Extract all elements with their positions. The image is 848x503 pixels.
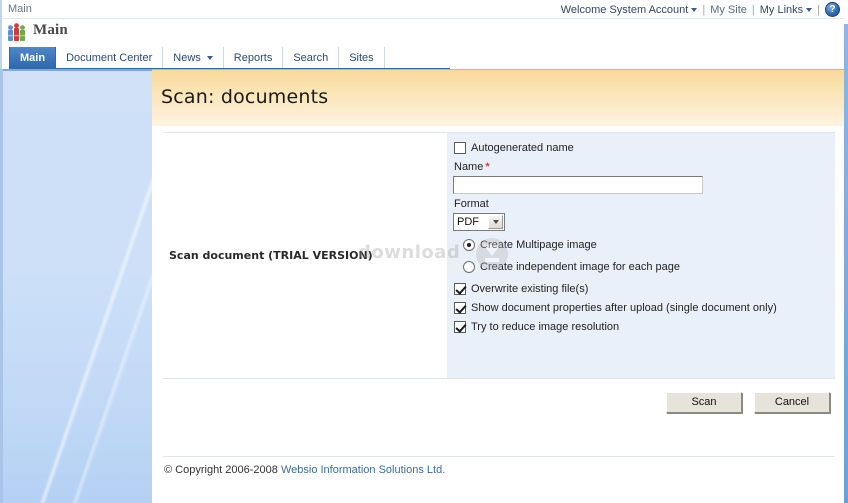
form-bottom-divider: [163, 378, 835, 379]
my-site-link[interactable]: My Site: [710, 4, 747, 16]
tab-reports-label: Reports: [233, 51, 273, 64]
copyright-text: © Copyright 2006-2008: [164, 464, 281, 476]
reduce-image-resolution-checkbox[interactable]: [454, 321, 466, 333]
tab-main[interactable]: Main: [9, 47, 57, 68]
tab-reports[interactable]: Reports: [223, 47, 284, 68]
create-multipage-image-label: Create Multipage image: [480, 239, 597, 251]
format-select-value: PDF: [457, 216, 479, 228]
page-left-edge: [0, 0, 2, 19]
top-navigation-bar: Main Document Center News Reports Search…: [0, 47, 848, 115]
page-header-title: Scan: documents: [161, 86, 329, 108]
form-actions: Scan Cancel: [666, 392, 830, 413]
page-right-edge: [844, 24, 848, 503]
site-title-row: Main: [0, 19, 848, 47]
nav-tabs: Main Document Center News Reports Search…: [9, 47, 385, 69]
page-header-banner: Scan: documents: [152, 69, 844, 126]
show-properties-row: Show document properties after upload (s…: [453, 302, 835, 314]
link-separator-3: |: [817, 3, 820, 16]
create-multipage-image-radio[interactable]: [463, 239, 475, 251]
tab-search[interactable]: Search: [283, 47, 340, 68]
format-field-label: Format: [454, 198, 489, 210]
tab-news-label: News: [173, 51, 201, 64]
scan-form: Scan document (TRIAL VERSION) Autogenera…: [152, 126, 844, 503]
form-section-label-cell: Scan document (TRIAL VERSION): [163, 133, 447, 378]
page-right-edge-top: [844, 0, 848, 24]
form-section-label: Scan document (TRIAL VERSION): [169, 249, 373, 262]
reduce-image-resolution-label: Try to reduce image resolution: [471, 321, 620, 333]
content-area: Scan: documents Scan document (TRIAL VER…: [152, 69, 844, 503]
reduce-resolution-row: Try to reduce image resolution: [453, 321, 835, 333]
tab-search-label: Search: [293, 51, 329, 64]
show-document-properties-checkbox[interactable]: [454, 302, 466, 314]
global-links: Welcome System Account | My Site | My Li…: [561, 1, 840, 18]
format-select-button[interactable]: [488, 215, 503, 229]
overwrite-existing-files-label: Overwrite existing file(s): [471, 283, 589, 295]
sidebar-top-rule: [3, 69, 155, 71]
tab-news[interactable]: News: [163, 47, 224, 68]
autogenerated-name-label: Autogenerated name: [471, 142, 574, 154]
tab-sites[interactable]: Sites: [339, 47, 385, 68]
autogenerated-name-row: Autogenerated name: [453, 142, 835, 154]
link-separator-2: |: [751, 3, 755, 16]
page-left-edge: [0, 19, 2, 47]
name-input[interactable]: [453, 176, 703, 194]
my-links-menu[interactable]: My Links: [759, 3, 813, 16]
scan-button[interactable]: Scan: [666, 392, 742, 413]
chevron-down-icon: [806, 7, 813, 12]
multipage-radio-row: Create Multipage image: [453, 239, 835, 251]
overwrite-existing-files-checkbox[interactable]: [454, 283, 466, 295]
image-mode-group: Create Multipage image Create independen…: [453, 239, 835, 273]
form-table: Scan document (TRIAL VERSION) Autogenera…: [163, 133, 835, 378]
chevron-down-icon: [492, 220, 499, 224]
help-icon[interactable]: ?: [825, 2, 840, 17]
breadcrumb-bar: Main Welcome System Account | My Site | …: [0, 0, 848, 19]
create-independent-image-radio[interactable]: [463, 261, 475, 273]
page-left-edge: [0, 47, 2, 69]
create-independent-image-label: Create independent image for each page: [480, 261, 680, 273]
link-separator-1: |: [702, 3, 706, 16]
sharepoint-scan-page: Main Welcome System Account | My Site | …: [0, 0, 848, 503]
autogenerated-name-checkbox[interactable]: [454, 142, 466, 154]
tab-sites-label: Sites: [349, 51, 374, 64]
footer: © Copyright 2006-2008 Websio Information…: [164, 464, 445, 476]
required-asterisk: *: [485, 161, 490, 173]
site-logo-people-icon: [8, 23, 25, 41]
footer-divider: [163, 456, 835, 457]
welcome-menu-label: Welcome System Account: [560, 3, 689, 16]
my-links-label: My Links: [759, 3, 804, 16]
name-field-label: Name: [454, 161, 484, 173]
tab-document-center-label: Document Center: [66, 51, 153, 64]
independent-radio-row: Create independent image for each page: [453, 261, 835, 273]
cancel-button[interactable]: Cancel: [754, 392, 830, 413]
body-area: Scan: documents Scan document (TRIAL VER…: [0, 69, 848, 503]
show-document-properties-label: Show document properties after upload (s…: [471, 302, 777, 314]
chevron-down-icon: [691, 7, 698, 12]
format-select[interactable]: PDF: [453, 213, 505, 231]
chevron-down-icon: [206, 55, 213, 60]
tab-document-center[interactable]: Document Center: [56, 47, 164, 68]
company-link[interactable]: Websio Information Solutions Ltd.: [281, 464, 445, 476]
left-sidebar: [0, 69, 155, 503]
form-fields-panel: Autogenerated name Name * Format PDF Cre…: [447, 133, 835, 378]
overwrite-row: Overwrite existing file(s): [453, 283, 835, 295]
scan-options-group: Overwrite existing file(s) Show document…: [453, 283, 835, 333]
name-field-label-row: Name *: [454, 161, 835, 173]
tab-main-label: Main: [20, 51, 46, 64]
breadcrumb: Main: [8, 3, 32, 15]
welcome-menu[interactable]: Welcome System Account: [561, 4, 698, 16]
page-title: Main: [33, 22, 68, 38]
